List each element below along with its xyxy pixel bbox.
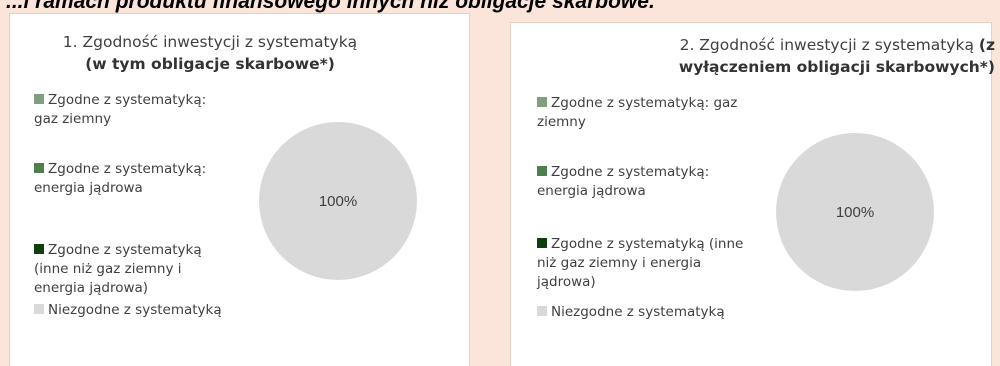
legend-swatch-non-aligned bbox=[34, 304, 44, 314]
legend-swatch-nuclear-2 bbox=[537, 166, 547, 176]
pie-chart-2: 100% bbox=[776, 133, 934, 291]
chart-panel-1: 1. Zgodność inwestycji z systematyką (w … bbox=[9, 13, 470, 366]
legend-swatch-nuclear bbox=[34, 163, 44, 173]
pie-1-data-label-3: 100% bbox=[319, 193, 357, 210]
legend-swatch-gas bbox=[34, 94, 44, 104]
pie-chart-1: 100% bbox=[259, 122, 417, 280]
legend-item-nuclear: Zgodne z systematyką: energia jądrowa bbox=[34, 161, 207, 196]
legend-swatch-other-2 bbox=[537, 238, 547, 248]
chart-panel-2: 2. Zgodność inwestycji z systematyką (z … bbox=[510, 22, 995, 366]
legend-item-non-aligned: Niezgodne z systematyką bbox=[34, 301, 254, 320]
page-header: ...i ramach produktu finansowego innych … bbox=[6, 0, 655, 13]
legend-swatch-other bbox=[34, 244, 44, 254]
legend-swatch-non-aligned-2 bbox=[537, 306, 547, 316]
legend-item-non-aligned-2: Niezgodne z systematyką bbox=[537, 303, 757, 322]
legend-item-gas-2: Zgodne z systematyką: gaz ziemny bbox=[537, 95, 738, 130]
pie-2-data-label-3: 100% bbox=[836, 204, 874, 221]
legend-item-other-2: Zgodne z systematyką (inne niż gaz ziemn… bbox=[537, 236, 744, 290]
legend-item-nuclear-2: Zgodne z systematyką: energia jądrowa bbox=[537, 164, 710, 199]
chart-title-2: 2. Zgodność inwestycji z systematyką (z … bbox=[678, 36, 995, 76]
legend-item-gas: Zgodne z systematyką: gaz ziemny bbox=[34, 92, 207, 127]
legend-swatch-gas-2 bbox=[537, 97, 547, 107]
legend-item-other: Zgodne z systematyką (inne niż gaz ziemn… bbox=[34, 242, 202, 296]
chart-title-1: 1. Zgodność inwestycji z systematyką (w … bbox=[62, 33, 358, 73]
